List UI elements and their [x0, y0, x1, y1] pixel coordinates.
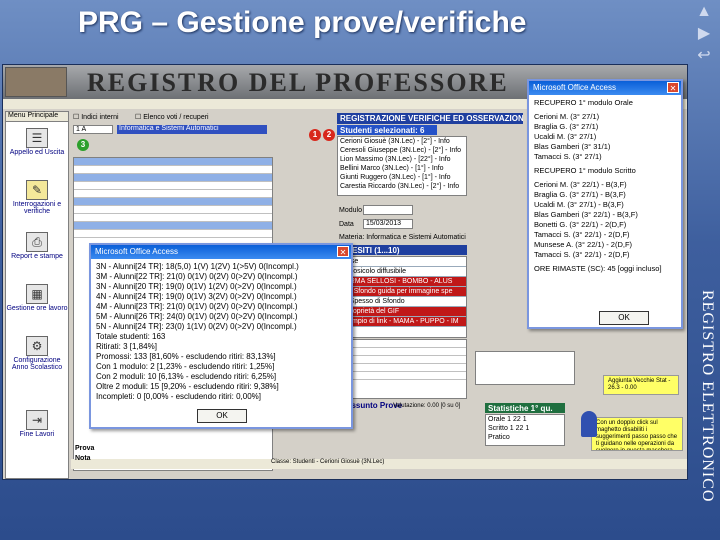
slide-title: PRG – Gestione prove/verifiche: [78, 6, 527, 39]
bottom-status: Classe: Studenti - Cerioni Giosuè (3N.Le…: [71, 459, 687, 469]
main-menu: Menu Principale ☰ Appello ed Uscita ✎ In…: [5, 111, 69, 479]
list-item[interactable]: Parse: [338, 257, 466, 267]
side-label: REGISTRO ELETTRONICO: [699, 290, 716, 503]
stat-row: Orale 1 22 1: [488, 416, 527, 423]
menu-item-gestione-ore[interactable]: ▦ Gestione ore lavoro: [6, 282, 68, 326]
quesiti-header: QUESITI (1...10): [337, 245, 467, 255]
summary-panel: [475, 351, 575, 385]
list-item[interactable]: Carestia Riccardo (3N.Lec) - [2°] - Info: [338, 182, 466, 191]
grid-row: [74, 230, 272, 238]
grid-row: [74, 206, 272, 214]
student-select-label[interactable]: Studenti selezionati: 6: [337, 125, 437, 135]
modulo-select[interactable]: [363, 205, 413, 215]
list-item[interactable]: 1 Proprietà del GIF: [338, 307, 466, 317]
grid-row: [74, 182, 272, 190]
calendar-icon: ▦: [26, 284, 48, 304]
list-item[interactable]: Giunti Ruggero (3N.Lec) - [1°] - Info: [338, 173, 466, 182]
list-item[interactable]: Ceresoli Giuseppe (3N.Lec) - [2°] - Info: [338, 146, 466, 155]
ok-button[interactable]: OK: [599, 311, 649, 325]
list-item[interactable]: Macosicolo diffusibile: [338, 267, 466, 277]
students-list[interactable]: Cerioni Giosuè (3N.Lec) - [2°] - Info Ce…: [337, 136, 467, 196]
grid-row: [338, 364, 466, 372]
dialog-body: RECUPERO 1° modulo Orale Cerioni M. (3° …: [534, 98, 662, 273]
list-item[interactable]: Esempio di link - MAMA - PUPPO - IM: [338, 317, 466, 327]
menu-item-label: Configurazione Anno Scolastico: [11, 357, 63, 371]
nota-label: Nota: [75, 455, 91, 462]
list-item[interactable]: 286 Sfondo guida per immagine spe: [338, 287, 466, 297]
filter-voti[interactable]: ☐ Indici interni: [73, 113, 119, 121]
menu-item-interrogazioni[interactable]: ✎ Interrogazioni e verifiche: [6, 178, 68, 222]
dialog-statistics: Microsoft Office Access ✕ 3N - Alunni[24…: [89, 243, 353, 429]
grid-row: [74, 158, 272, 166]
menu-header: Menu Principale: [6, 112, 68, 122]
dialog-title: Microsoft Office Access: [91, 245, 351, 259]
dialog-recupero: Microsoft Office Access ✕ RECUPERO 1° mo…: [527, 79, 683, 329]
materia-select[interactable]: Informatica e Sistemi Automatici: [117, 125, 267, 134]
grid-row: [338, 372, 466, 380]
stat-row: Pratico: [488, 434, 510, 441]
list-item[interactable]: Lion Massimo (3N.Lec) - [22°] - Info: [338, 155, 466, 164]
grid-row: [74, 174, 272, 182]
valutazione-label: Valutazione: 0.00 [0 su 0]: [393, 403, 461, 409]
step-badge: 3: [77, 139, 89, 151]
config-icon: ⚙: [26, 336, 48, 356]
materia-label: Materia: Informatica e Sistemi Automatic…: [339, 234, 466, 241]
hint-note: Con un doppio click sul maghetto disabil…: [591, 417, 683, 451]
grid-row: [338, 356, 466, 364]
filter-elenco[interactable]: ☐ Elenco voti / recuperi: [135, 113, 209, 121]
stat-row: Scritto 1 22 1: [488, 425, 530, 432]
triangle-right-icon[interactable]: ▶: [694, 24, 714, 44]
grid-row: [74, 166, 272, 174]
classe-select[interactable]: 1 A: [73, 125, 113, 134]
menu-item-appello[interactable]: ☰ Appello ed Uscita: [6, 126, 68, 170]
menu-item-report[interactable]: ⎙ Report e stampe: [6, 230, 68, 274]
return-icon[interactable]: ↩: [694, 46, 714, 66]
grid-row: [74, 214, 272, 222]
registration-header: REGISTRAZIONE VERIFICHE ED OSSERVAZIONI …: [337, 113, 523, 124]
data-field[interactable]: 15/03/2013: [363, 219, 413, 229]
step-badge: 2: [323, 129, 335, 141]
menu-item-label: Fine Lavori: [19, 431, 55, 438]
prova-label: Prova: [75, 445, 95, 452]
small-note: Aggiunta Vecchie Stat - 26.3 - 0.00: [603, 375, 679, 395]
menu-item-fine-lavori[interactable]: ⇥ Fine Lavori: [6, 408, 68, 452]
app-screenshot: REGISTRO DEL PROFESSORE Menu Principale …: [2, 64, 688, 480]
menu-item-configurazione[interactable]: ⚙ Configurazione Anno Scolastico: [6, 334, 68, 378]
stat-table: Orale 1 22 1 Scritto 1 22 1 Pratico: [485, 414, 565, 446]
stat-header: Statistiche 1° qu.: [485, 403, 565, 413]
banner-title: REGISTRO DEL PROFESSORE: [87, 68, 509, 97]
menu-item-label: Report e stampe: [11, 253, 63, 260]
list-item[interactable]: Cerioni Giosuè (3N.Lec) - [2°] - Info: [338, 137, 466, 146]
menu-item-label: Gestione ore lavoro: [6, 305, 68, 312]
grid-row: [74, 198, 272, 206]
menu-item-label: Appello ed Uscita: [9, 149, 65, 156]
menu-item-label: Interrogazioni e verifiche: [12, 201, 62, 215]
ok-button[interactable]: OK: [197, 409, 247, 423]
teachers-photo: [5, 67, 67, 97]
wizard-icon[interactable]: [581, 411, 597, 437]
grid-row: [338, 340, 466, 348]
quesiti-list[interactable]: Parse Macosicolo diffusibile FORMA SELLO…: [337, 256, 467, 338]
test-icon: ✎: [26, 180, 48, 200]
grid-row: [74, 190, 272, 198]
roll-call-icon: ☰: [26, 128, 48, 148]
slide-nav: ▲ ▶ ↩: [692, 0, 716, 70]
grid-row: [74, 222, 272, 230]
printer-icon: ⎙: [26, 232, 48, 252]
step-badge: 1: [309, 129, 321, 141]
close-icon[interactable]: ✕: [667, 82, 679, 93]
data-label: Data: [339, 221, 354, 228]
list-item[interactable]: FORMA SELLOSI - BOMBO - ALUS: [338, 277, 466, 287]
modulo-label: Modulo: [339, 207, 362, 214]
dialog-body: 3N - Alunni[24 TR]: 18(5,0) 1(V) 1(2V) 1…: [96, 262, 299, 401]
dialog-title: Microsoft Office Access: [529, 81, 681, 95]
close-icon[interactable]: ✕: [337, 246, 349, 257]
grid-row: [338, 348, 466, 356]
scores-grid[interactable]: [337, 339, 467, 399]
exit-door-icon: ⇥: [26, 410, 48, 430]
list-item[interactable]: Bellini Marco (3N.Lec) - [1°] - Info: [338, 164, 466, 173]
triangle-up-icon[interactable]: ▲: [694, 2, 714, 22]
list-item[interactable]: Lo Spesso di Sfondo: [338, 297, 466, 307]
